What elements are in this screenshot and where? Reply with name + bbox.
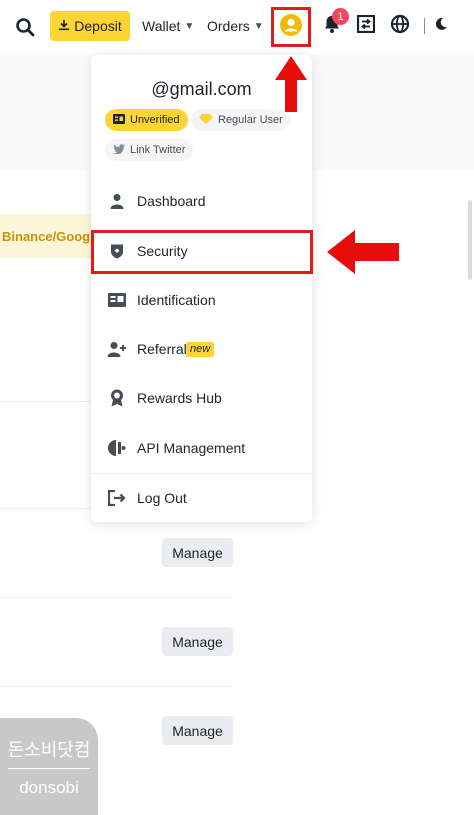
unverified-label: Unverified <box>130 114 180 126</box>
caret-down-icon: ▼ <box>253 20 264 32</box>
id-card-icon <box>107 290 127 310</box>
menu-item-api-management[interactable]: API Management <box>91 426 312 470</box>
watermark-korean-text: 돈소비닷컴 <box>7 740 91 760</box>
transfer-button[interactable] <box>352 12 380 40</box>
menu-item-dashboard[interactable]: Dashboard <box>91 179 312 223</box>
manage-button[interactable]: Manage <box>162 538 233 567</box>
orders-label: Orders <box>207 18 250 34</box>
theme-toggle-button[interactable] <box>430 14 452 38</box>
id-card-icon <box>113 113 125 127</box>
security-highlight-box <box>91 230 313 274</box>
up-arrow-annotation <box>275 56 307 112</box>
dropdown-divider <box>91 473 312 474</box>
award-icon <box>107 388 127 408</box>
watermark-divider <box>8 768 90 769</box>
regular-user-label: Regular User <box>218 114 283 126</box>
wallet-label: Wallet <box>142 18 181 34</box>
profile-button[interactable] <box>271 7 311 47</box>
menu-item-referral[interactable]: Referral new <box>91 327 312 371</box>
menu-item-rewards-hub[interactable]: Rewards Hub <box>91 376 312 420</box>
watermark-latin-text: donsobi <box>19 778 79 797</box>
manage-button[interactable]: Manage <box>162 627 233 656</box>
unverified-status-chip[interactable]: Unverified <box>105 109 188 131</box>
api-icon <box>107 438 127 458</box>
menu-item-log-out[interactable]: Log Out <box>91 476 312 520</box>
wallet-menu[interactable]: Wallet ▼ <box>142 16 194 36</box>
download-icon <box>58 18 70 34</box>
add-user-icon <box>107 339 127 359</box>
new-badge: new <box>186 341 215 357</box>
account-dropdown: @gmail.com Unverified Regular User Link … <box>91 55 312 522</box>
watermark: 돈소비닷컴 donsobi <box>0 718 98 815</box>
moon-icon <box>434 17 448 36</box>
menu-item-label: Dashboard <box>137 193 206 209</box>
top-nav-bar: Deposit Wallet ▼ Orders ▼ 1 <box>0 0 474 52</box>
link-twitter-chip[interactable]: Link Twitter <box>105 139 194 161</box>
menu-item-label: Referral <box>137 341 187 357</box>
manage-button[interactable]: Manage <box>162 716 233 745</box>
deposit-label: Deposit <box>74 18 122 34</box>
diamond-icon <box>199 113 213 127</box>
menu-item-label: API Management <box>137 440 246 456</box>
row-divider <box>0 686 232 687</box>
authenticator-tag: Binance/Google <box>0 214 101 258</box>
left-arrow-annotation <box>327 230 399 274</box>
deposit-button[interactable]: Deposit <box>50 11 130 41</box>
logout-icon <box>107 488 127 508</box>
user-icon <box>107 191 127 211</box>
user-circle-icon <box>279 13 303 42</box>
menu-item-label: Rewards Hub <box>137 390 222 406</box>
transfer-icon <box>356 14 376 38</box>
menu-item-identification[interactable]: Identification <box>91 278 312 322</box>
language-button[interactable] <box>386 12 414 40</box>
twitter-icon <box>113 143 125 157</box>
orders-menu[interactable]: Orders ▼ <box>207 16 264 36</box>
link-twitter-label: Link Twitter <box>130 144 186 156</box>
globe-icon <box>390 14 410 39</box>
regular-user-chip: Regular User <box>191 109 291 131</box>
notification-count-badge: 1 <box>332 8 349 25</box>
menu-item-label: Identification <box>137 292 216 308</box>
menu-item-label: Log Out <box>137 490 187 506</box>
nav-divider <box>424 18 425 34</box>
row-divider <box>0 597 232 598</box>
search-icon[interactable] <box>12 14 38 40</box>
caret-down-icon: ▼ <box>184 20 195 32</box>
scrollbar[interactable] <box>468 200 472 280</box>
